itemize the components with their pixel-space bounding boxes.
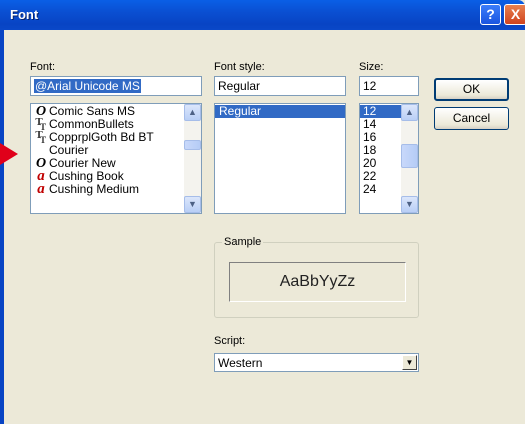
title-bar[interactable]: Font ? X (0, 0, 525, 30)
size-list[interactable]: 12 14 16 18 20 22 24 ▲ ▼ (359, 103, 419, 214)
help-button[interactable]: ? (480, 4, 501, 25)
font-name-input[interactable]: @Arial Unicode MS (30, 76, 202, 96)
font-scroll-down-button[interactable]: ▼ (184, 196, 201, 213)
font-list[interactable]: O Comic Sans MS T T CommonBullets T T CopprplGo… (30, 103, 202, 214)
font-list-item-label: Cushing Book (49, 169, 124, 183)
window-frame-left (0, 30, 4, 424)
font-list-item-label: Comic Sans MS (49, 104, 136, 118)
size-label: Size: (359, 61, 384, 73)
font-style-input[interactable]: Regular (214, 76, 346, 96)
font-list-item-label: Courier New (49, 156, 116, 170)
sample-label: Sample (222, 236, 264, 248)
help-icon: ? (486, 6, 495, 22)
size-input[interactable]: 12 (359, 76, 419, 96)
font-scroll-thumb[interactable] (184, 140, 201, 150)
font-style-list-item[interactable]: Regular (215, 105, 345, 118)
font-list-scrollbar[interactable]: ▲ ▼ (184, 104, 201, 213)
size-scroll-down-button[interactable]: ▼ (401, 196, 418, 213)
cancel-button[interactable]: Cancel (434, 107, 509, 130)
close-button[interactable]: X (504, 4, 525, 25)
font-list-item-label: CopprplGoth Bd BT (49, 130, 154, 144)
size-value: 12 (363, 79, 377, 93)
truetype-icon: TT (35, 129, 47, 145)
font-style-list[interactable]: Regular (214, 103, 346, 214)
font-list-item-label: Courier (49, 143, 89, 157)
size-list-item[interactable]: 24 (360, 183, 401, 196)
pointer-arrow-icon (0, 143, 18, 165)
chevron-up-icon: ▲ (188, 107, 197, 117)
sample-text: AaBbYyZz (279, 273, 356, 290)
sample-preview: AaBbYyZz (229, 262, 406, 302)
chevron-down-icon: ▼ (188, 199, 197, 209)
size-scroll-up-button[interactable]: ▲ (401, 104, 418, 121)
chevron-down-icon: ▼ (405, 358, 414, 367)
size-list-scrollbar[interactable]: ▲ ▼ (401, 104, 418, 213)
font-dialog: Font ? X Font: @Arial Unicode MS O Comic … (0, 0, 525, 424)
font-scroll-up-button[interactable]: ▲ (184, 104, 201, 121)
close-icon: X (510, 6, 521, 22)
script-value: Western (218, 356, 263, 370)
font-style-label: Font style: (214, 61, 265, 73)
window-title: Font (10, 7, 39, 22)
chevron-down-icon: ▼ (405, 199, 414, 209)
script-dropdown[interactable]: Western ▼ (214, 353, 419, 372)
script-label: Script: (214, 335, 246, 347)
font-name-value: @Arial Unicode MS (34, 79, 141, 93)
chevron-up-icon: ▲ (405, 107, 414, 117)
adobe-type-icon: a (37, 181, 45, 197)
size-scroll-thumb[interactable] (401, 144, 418, 168)
font-list-item[interactable]: a Cushing Medium (31, 181, 201, 197)
font-list-item-label: Cushing Medium (49, 182, 140, 196)
font-style-value: Regular (218, 79, 261, 93)
script-dropdown-button[interactable]: ▼ (402, 355, 417, 370)
font-list-item-label: CommonBullets (49, 117, 134, 131)
font-label: Font: (30, 61, 56, 73)
ok-button[interactable]: OK (434, 78, 509, 101)
